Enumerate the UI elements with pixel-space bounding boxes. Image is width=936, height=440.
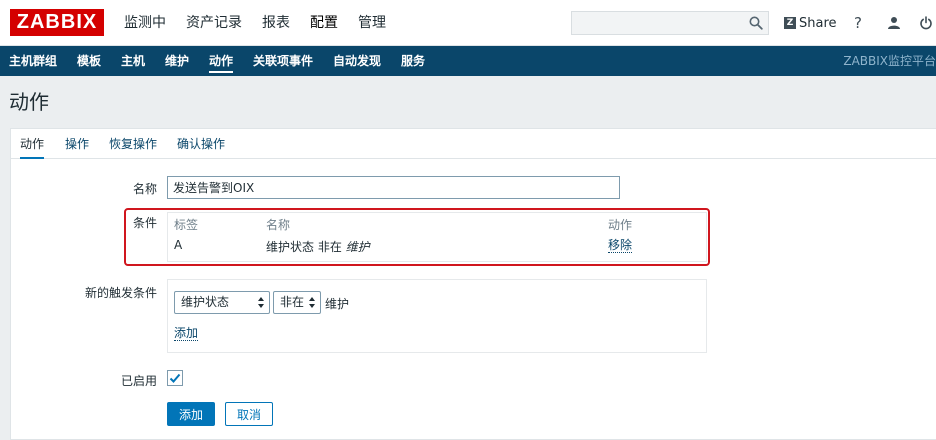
- page-title: 动作: [9, 90, 49, 114]
- submenu-discovery[interactable]: 自动发现: [333, 46, 381, 76]
- name-label: 名称: [132, 182, 157, 196]
- condition-value-text: 维护: [325, 297, 350, 311]
- top-bar: ZABBIX 监测中 资产记录 报表 配置 管理 Z Share ?: [0, 0, 936, 46]
- condition-type-value: 维护状态: [181, 295, 230, 309]
- submenu-maintenance[interactable]: 维护: [165, 46, 189, 76]
- submenu-services[interactable]: 服务: [401, 46, 425, 76]
- main-menu: 监测中 资产记录 报表 配置 管理: [114, 0, 396, 46]
- condition-operator-value: 非在: [280, 295, 305, 309]
- submenu-hosts[interactable]: 主机: [121, 46, 145, 76]
- submenu-host-groups[interactable]: 主机群组: [9, 46, 57, 76]
- tab-action[interactable]: 动作: [20, 129, 45, 159]
- tab-operations[interactable]: 操作: [65, 129, 89, 159]
- condition-type-select[interactable]: 维护状态: [174, 291, 270, 314]
- sign-out-icon[interactable]: [916, 13, 936, 33]
- name-input[interactable]: [167, 176, 620, 199]
- condition-operator-select[interactable]: 非在: [273, 291, 321, 314]
- server-brand-name: ZABBIX监控平台: [843, 54, 936, 68]
- new-condition-label: 新的触发条件: [84, 286, 157, 300]
- main-menu-configuration[interactable]: 配置: [300, 0, 348, 46]
- submenu-templates[interactable]: 模板: [77, 46, 101, 76]
- submenu-actions[interactable]: 动作: [209, 46, 234, 76]
- share-label: Share: [799, 15, 837, 31]
- search-input[interactable]: [572, 12, 742, 34]
- main-menu-administration[interactable]: 管理: [348, 0, 396, 46]
- main-menu-inventory[interactable]: 资产记录: [176, 0, 252, 46]
- global-search: [571, 11, 769, 35]
- sub-menu: 主机群组 模板 主机 维护 动作 关联项事件 自动发现 服务 ZABBIX监控平…: [0, 46, 936, 76]
- main-menu-reports[interactable]: 报表: [252, 0, 300, 46]
- select-arrows-icon: [258, 297, 264, 308]
- tab-recovery-operations[interactable]: 恢复操作: [109, 129, 157, 159]
- enabled-checkbox[interactable]: [167, 370, 183, 386]
- add-button[interactable]: 添加: [167, 402, 215, 426]
- cancel-button[interactable]: 取消: [225, 402, 273, 426]
- enabled-label: 已启用: [120, 374, 157, 388]
- select-arrows-icon: [309, 297, 315, 308]
- help-icon[interactable]: ?: [848, 13, 868, 33]
- new-condition-box: 维护状态 非在 维护 添加: [167, 279, 707, 353]
- submenu-correlation[interactable]: 关联项事件: [253, 46, 313, 76]
- checkmark-icon: [169, 373, 181, 383]
- share-z-icon: Z: [784, 17, 796, 29]
- search-icon[interactable]: [749, 16, 763, 30]
- zabbix-logo[interactable]: ZABBIX: [10, 9, 104, 36]
- tab-acknowledge-operations[interactable]: 确认操作: [177, 129, 225, 159]
- user-profile-icon[interactable]: [884, 13, 904, 33]
- main-menu-monitoring[interactable]: 监测中: [114, 0, 176, 46]
- form-tabs: 动作 操作 恢复操作 确认操作: [11, 129, 936, 159]
- add-condition-link[interactable]: 添加: [174, 326, 199, 341]
- highlight-annotation: [124, 208, 710, 266]
- share-button[interactable]: Z Share: [784, 13, 837, 33]
